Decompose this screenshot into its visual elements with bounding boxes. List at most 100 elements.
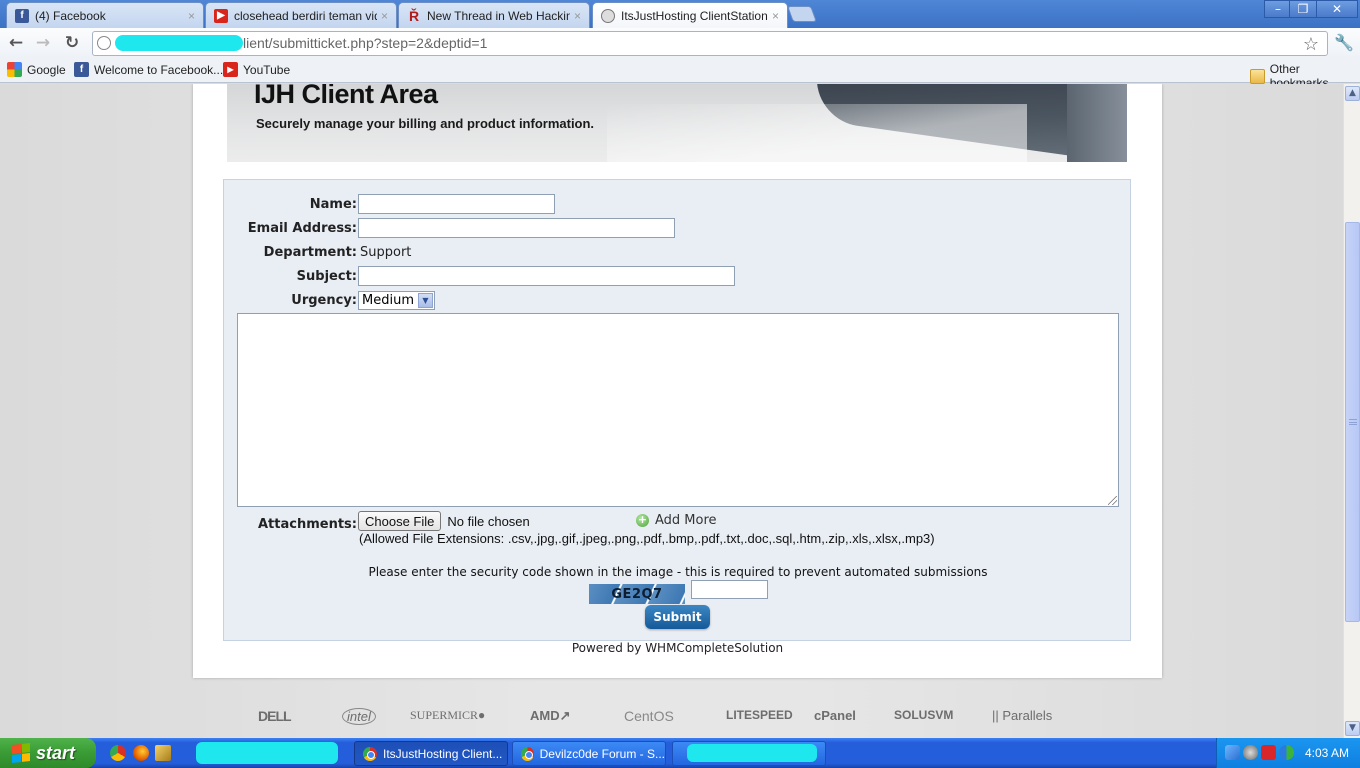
scrollbar-thumb[interactable]: [1345, 222, 1360, 622]
choose-file-button[interactable]: Choose File: [358, 511, 442, 531]
start-button[interactable]: start: [0, 738, 96, 768]
attachments-row: Attachments: Choose File No file chosen: [224, 510, 530, 532]
tab-close-icon[interactable]: ×: [772, 9, 779, 23]
parallels-logo: || Parallels: [992, 708, 1053, 723]
litespeed-logo: LITESPEED: [726, 708, 793, 722]
quicklaunch-app-icon[interactable]: [155, 745, 171, 761]
taskbar-item-devilzc0de[interactable]: Devilzc0de Forum - S...: [512, 741, 666, 766]
scroll-down-icon[interactable]: ▼: [1345, 721, 1360, 736]
url-text: lient/submitticket.php?step=2&deptid=1: [243, 35, 488, 51]
tab-itsjusthosting[interactable]: ItsJustHosting ClientStation ×: [592, 2, 788, 28]
start-label: start: [36, 742, 76, 763]
bookmark-youtube[interactable]: ▶ YouTube: [223, 62, 290, 77]
download-manager-icon[interactable]: [1279, 745, 1294, 760]
windows-taskbar: start ItsJustHosting Client... Devilzc0d…: [0, 738, 1360, 768]
google-icon: [7, 62, 22, 77]
minimize-button[interactable]: –: [1264, 0, 1292, 18]
department-label: Department:: [263, 244, 357, 260]
network-icon[interactable]: [1225, 745, 1240, 760]
subject-label: Subject:: [296, 268, 357, 284]
subject-row: Subject:: [224, 265, 735, 287]
tab-facebook[interactable]: f (4) Facebook ×: [6, 2, 204, 28]
department-value: Support: [360, 244, 412, 260]
chrome-icon: [521, 746, 534, 761]
restore-button[interactable]: ❐: [1289, 0, 1317, 18]
page-title: IJH Client Area: [254, 84, 438, 109]
youtube-icon: ▶: [214, 8, 228, 23]
submit-button[interactable]: Submit: [645, 605, 710, 629]
header-banner: IJH Client Area Securely manage your bil…: [227, 84, 1127, 162]
wrench-menu-icon[interactable]: 🔧: [1334, 33, 1354, 52]
tab-close-icon[interactable]: ×: [381, 9, 388, 23]
bookmark-label: YouTube: [243, 62, 291, 77]
add-more-link[interactable]: + Add More: [636, 513, 717, 528]
folder-icon: [1250, 68, 1265, 84]
pointer-app-icon[interactable]: [1261, 745, 1276, 760]
name-label: Name:: [309, 196, 357, 212]
taskbar-item-itsjusthosting[interactable]: ItsJustHosting Client...: [354, 741, 508, 766]
bookmark-facebook[interactable]: f Welcome to Facebook...: [74, 62, 223, 77]
allowed-extensions: (Allowed File Extensions: .csv,.jpg,.gif…: [359, 531, 935, 546]
resize-grip-icon[interactable]: [1108, 496, 1117, 505]
forum-icon: Ř: [408, 7, 420, 24]
globe-icon: [97, 36, 111, 50]
server-image-edge: [1067, 84, 1127, 162]
banner-reflection: [607, 104, 1027, 162]
page-tagline: Securely manage your billing and product…: [256, 116, 595, 131]
add-more-label: Add More: [655, 513, 717, 528]
youtube-icon: ▶: [223, 62, 238, 77]
department-row: Department: Support: [224, 241, 412, 263]
name-input[interactable]: [358, 194, 555, 214]
reload-button[interactable]: ↻: [62, 33, 82, 53]
file-status: No file chosen: [447, 513, 530, 529]
message-textarea[interactable]: [237, 313, 1119, 507]
supermicro-logo: SUPERMICR●: [410, 708, 486, 722]
cpanel-logo: cPanel: [814, 708, 856, 723]
bookmark-star-icon[interactable]: ☆: [1303, 33, 1319, 56]
amd-logo: AMD↗: [530, 708, 571, 723]
intel-logo: intel: [342, 708, 376, 725]
tab-label: (4) Facebook: [35, 8, 106, 23]
taskbar-item-redacted[interactable]: [672, 741, 826, 766]
system-tray: 4:03 AM: [1216, 738, 1360, 768]
chevron-down-icon: ▼: [417, 292, 433, 308]
close-window-button[interactable]: ✕: [1316, 0, 1358, 18]
tab-label: ItsJustHosting ClientStation: [621, 8, 768, 23]
email-row: Email Address:: [224, 217, 675, 239]
bookmark-label: Google: [27, 62, 66, 77]
tab-youtube[interactable]: ▶ closehead berdiri teman video ×: [205, 2, 397, 28]
new-tab-button[interactable]: [787, 6, 817, 22]
bookmark-google[interactable]: Google: [7, 62, 66, 77]
firefox-quicklaunch-icon[interactable]: [133, 745, 149, 761]
attachments-label: Attachments:: [258, 516, 357, 532]
scroll-up-icon[interactable]: ▲: [1345, 86, 1360, 101]
chrome-icon: [363, 746, 377, 761]
tab-close-icon[interactable]: ×: [574, 9, 581, 23]
partner-logos: DELL intel SUPERMICR● AMD↗ CentOS LITESP…: [250, 704, 1070, 734]
solusvm-logo: SOLUSVM: [894, 708, 954, 722]
forward-button[interactable]: →: [33, 33, 53, 53]
vertical-scrollbar[interactable]: ▲ ▼: [1343, 84, 1360, 738]
system-clock: 4:03 AM: [1305, 746, 1350, 760]
email-label: Email Address:: [247, 220, 357, 236]
address-bar[interactable]: lient/submitticket.php?step=2&deptid=1 ☆: [92, 31, 1328, 56]
dell-logo: DELL: [258, 708, 292, 724]
grip-icon: [1349, 419, 1357, 425]
tab-web-hacking[interactable]: Ř New Thread in Web Hacking ×: [398, 2, 590, 28]
windows-logo-icon: [12, 743, 30, 763]
urgency-select[interactable]: Medium ▼: [358, 290, 435, 310]
tray-app-icon[interactable]: [1243, 745, 1258, 760]
name-row: Name:: [224, 193, 555, 215]
email-input[interactable]: [358, 218, 675, 238]
captcha-input[interactable]: [691, 580, 768, 599]
urgency-selected: Medium: [362, 292, 414, 308]
tab-close-icon[interactable]: ×: [188, 9, 195, 23]
page-container: IJH Client Area Securely manage your bil…: [193, 84, 1162, 678]
chrome-quicklaunch-icon[interactable]: [110, 745, 126, 761]
centos-logo: CentOS: [624, 708, 674, 724]
back-button[interactable]: ←: [6, 33, 26, 53]
globe-icon: [601, 8, 615, 23]
submit-ticket-form: Name: Email Address: Department: Support…: [223, 179, 1131, 641]
subject-input[interactable]: [358, 266, 735, 286]
add-icon: +: [636, 513, 649, 527]
